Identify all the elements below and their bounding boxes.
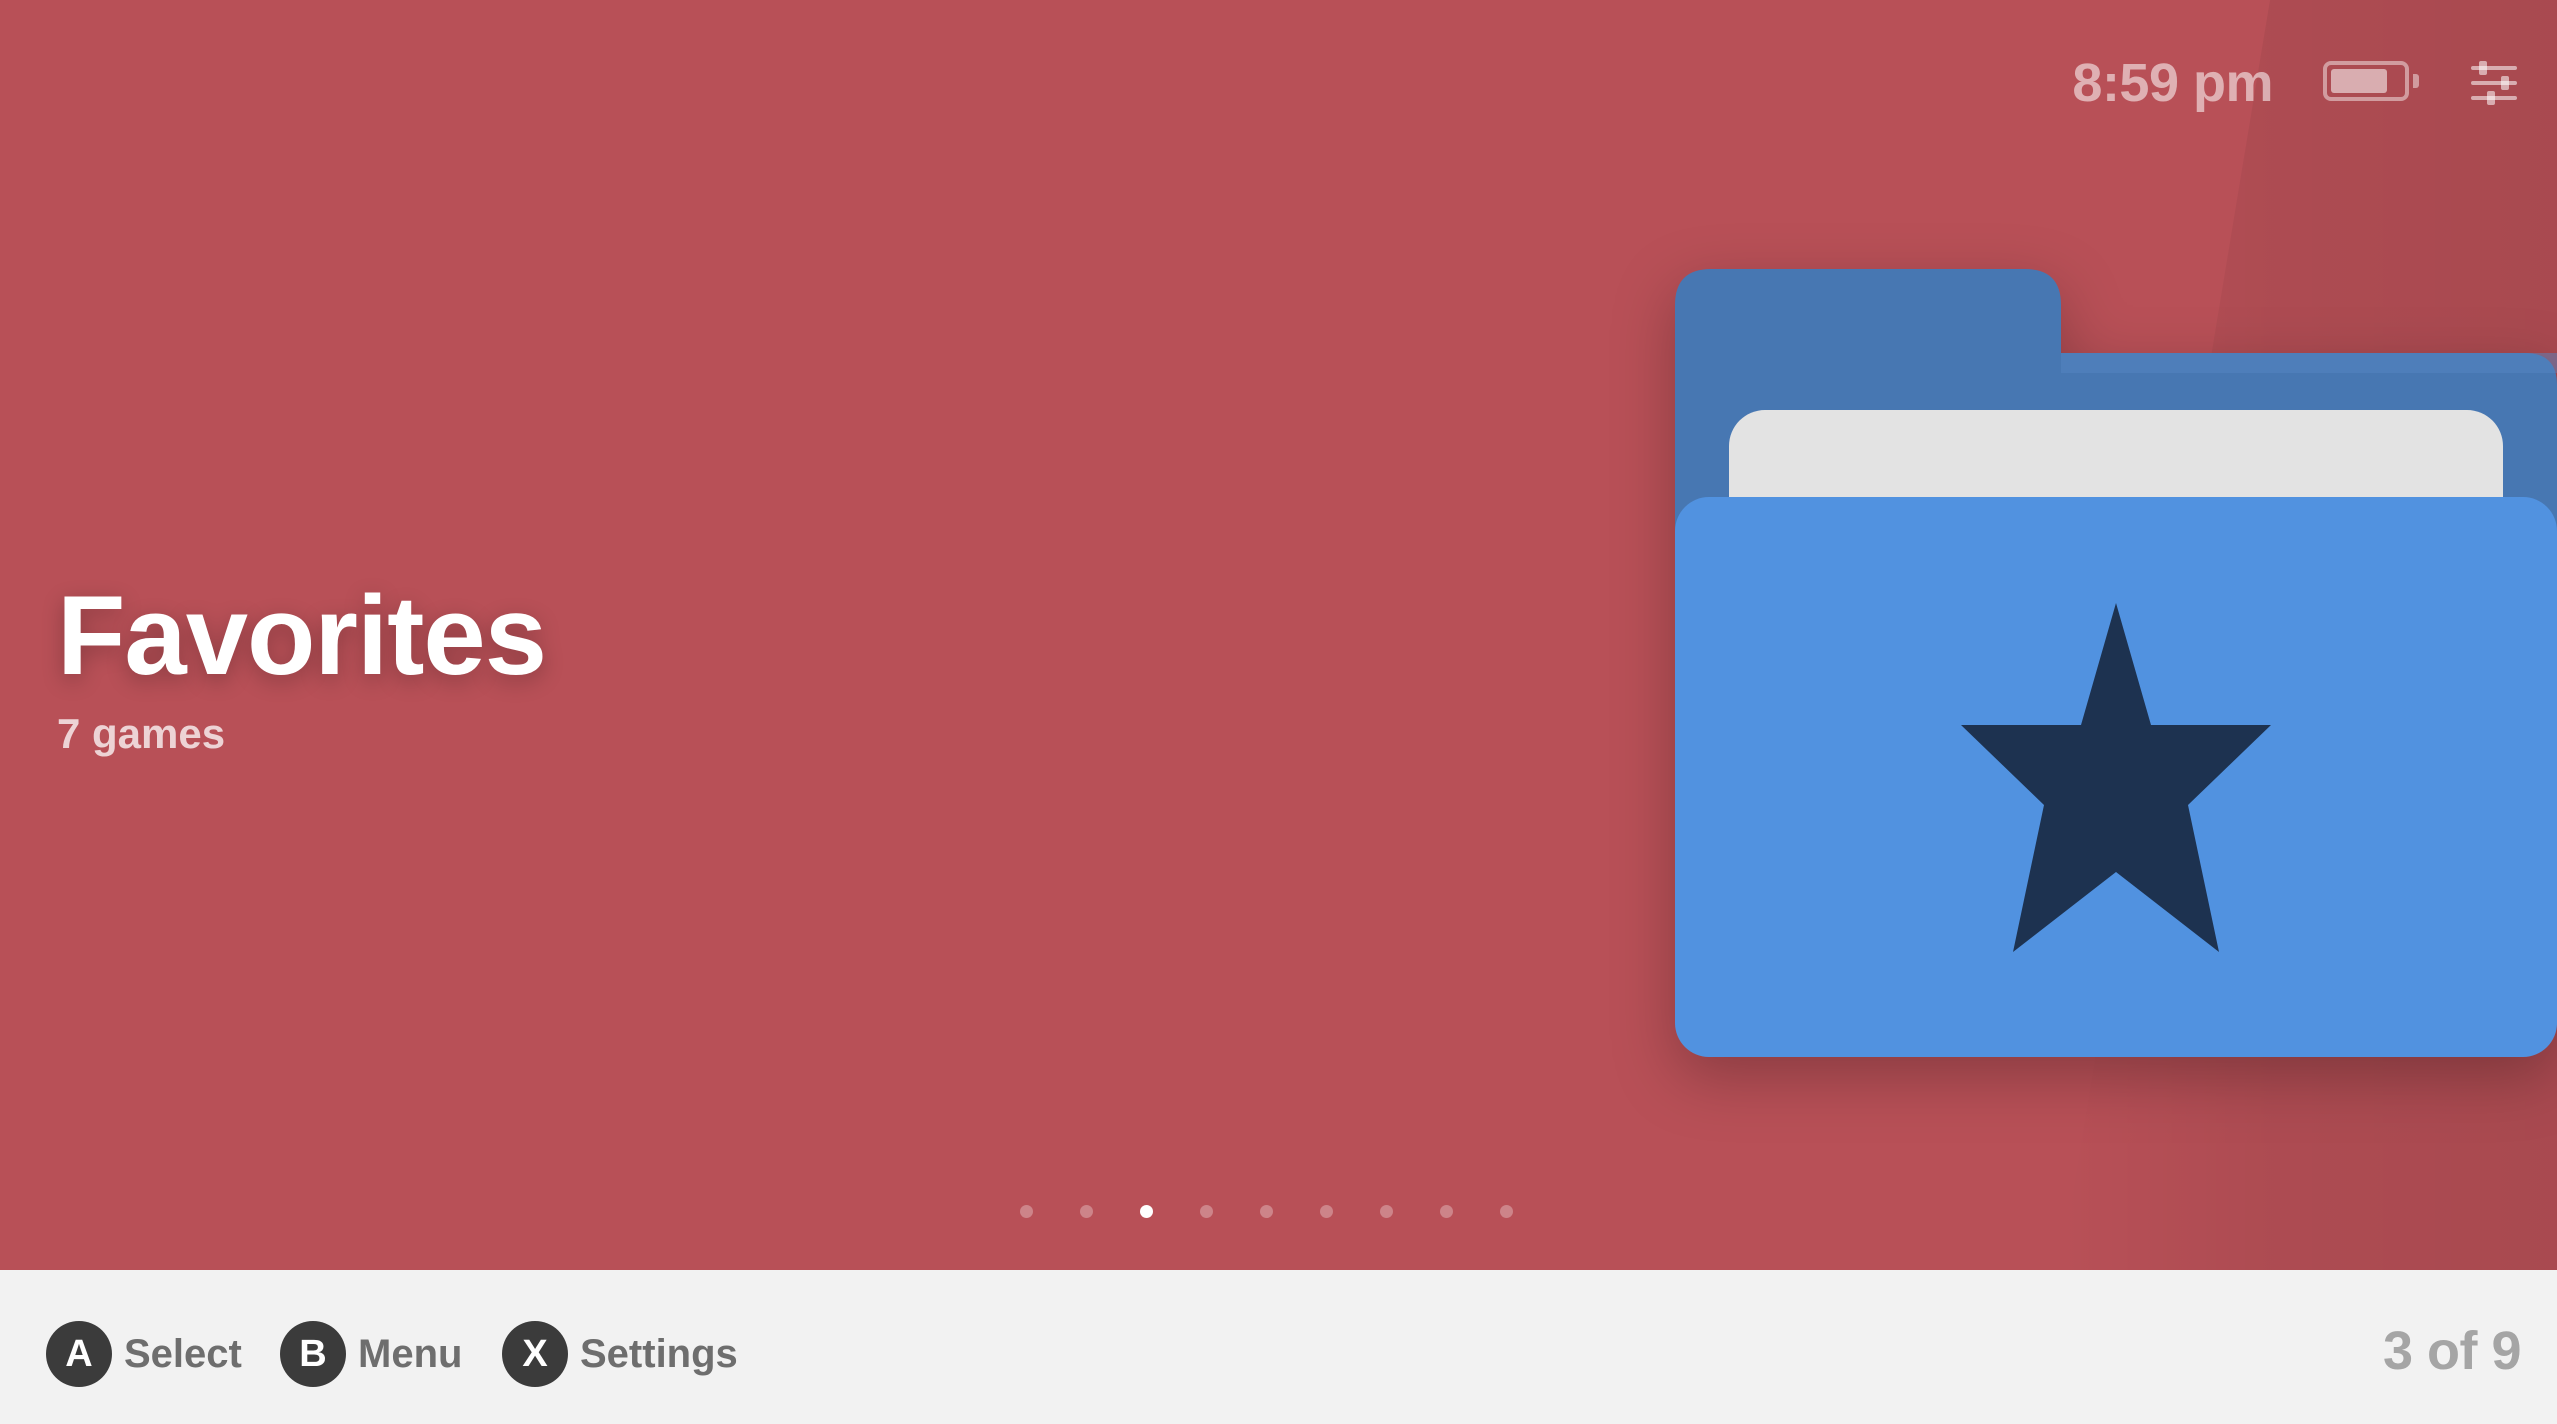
hint-settings-label: Settings	[580, 1331, 738, 1376]
hint-settings[interactable]: X Settings	[502, 1321, 738, 1387]
collection-hero: 8:59 pm Favorites 7 games	[0, 0, 2557, 1270]
status-bar: 8:59 pm	[2072, 48, 2519, 118]
page-dot[interactable]	[1080, 1205, 1093, 1218]
collection-info: Favorites 7 games	[57, 573, 547, 758]
clock: 8:59 pm	[2072, 53, 2273, 113]
page-counter: 3 of 9	[2382, 1321, 2522, 1381]
hint-menu-label: Menu	[358, 1331, 463, 1376]
page-dot[interactable]	[1440, 1205, 1453, 1218]
folder-back-band	[2061, 353, 2557, 373]
page-dot[interactable]	[1260, 1205, 1273, 1218]
battery-icon	[2323, 61, 2419, 105]
hint-select[interactable]: A Select	[46, 1321, 242, 1387]
x-button-icon: X	[502, 1321, 568, 1387]
hint-select-label: Select	[124, 1331, 242, 1376]
page-dot[interactable]	[1320, 1205, 1333, 1218]
page-dot[interactable]	[1500, 1205, 1513, 1218]
page-dot[interactable]	[1140, 1205, 1153, 1218]
sliders-icon[interactable]	[2469, 60, 2519, 106]
page-dot[interactable]	[1200, 1205, 1213, 1218]
page-dot[interactable]	[1020, 1205, 1033, 1218]
launcher-screen: 8:59 pm Favorites 7 games A Select B Men…	[0, 0, 2557, 1424]
page-dot[interactable]	[1380, 1205, 1393, 1218]
star-folder-icon[interactable]	[1675, 265, 2557, 1065]
collection-game-count: 7 games	[57, 710, 226, 757]
b-button-icon: B	[280, 1321, 346, 1387]
a-button-icon: A	[46, 1321, 112, 1387]
page-indicator	[1020, 1205, 1513, 1218]
hint-menu[interactable]: B Menu	[280, 1321, 462, 1387]
collection-title: Favorites	[57, 573, 547, 698]
